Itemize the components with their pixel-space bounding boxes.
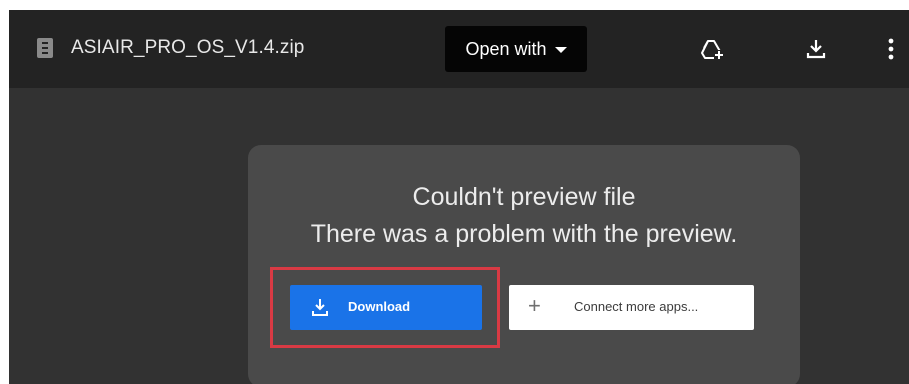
connect-apps-label: Connect more apps... [574,299,699,314]
open-with-button[interactable]: Open with [445,26,587,72]
preview-error-dialog: Couldn't preview file There was a proble… [248,145,800,384]
viewer-topbar: ASIAIR_PRO_OS_V1.4.zip Open with [9,10,909,88]
add-to-drive-icon[interactable] [699,36,725,62]
download-icon[interactable] [803,36,829,62]
plus-icon: + [528,293,541,318]
download-button[interactable]: Download [290,285,482,330]
download-label: Download [348,299,411,314]
caret-down-icon [554,47,567,53]
more-vert-icon[interactable] [883,36,899,62]
connect-more-apps-button[interactable]: + Connect more apps... [509,285,754,330]
file-icon [37,38,53,58]
drive-preview-viewer: ASIAIR_PRO_OS_V1.4.zip Open with Couldn'… [9,10,909,384]
error-message: There was a problem with the preview. [310,220,738,248]
error-title: Couldn't preview file [412,183,636,211]
file-name: ASIAIR_PRO_OS_V1.4.zip [71,37,305,58]
download-icon [312,299,328,316]
open-with-label: Open with [465,38,547,59]
